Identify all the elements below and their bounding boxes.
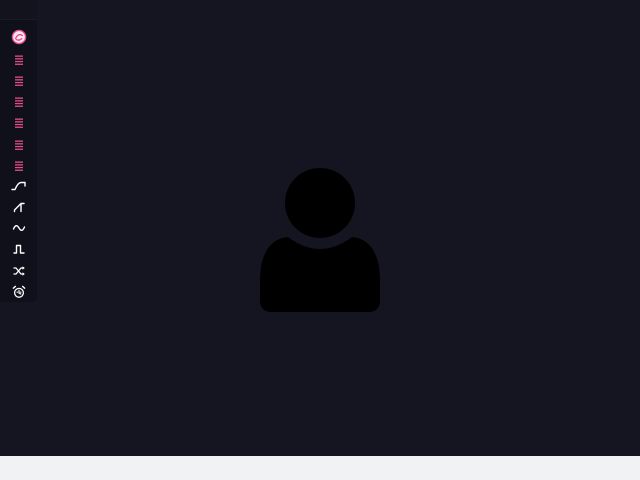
envelope-wave-button[interactable] bbox=[8, 175, 29, 196]
layer-lines-icon bbox=[14, 140, 23, 150]
envelope-wave-icon bbox=[10, 181, 26, 190]
bottom-strip bbox=[0, 456, 640, 480]
alarm-clock-icon bbox=[12, 285, 25, 298]
user-silhouette-icon bbox=[260, 168, 380, 312]
layer-lines-icon bbox=[14, 76, 23, 86]
layer-lines-icon bbox=[14, 55, 23, 65]
sine-wave-icon bbox=[12, 224, 25, 231]
layer-lines-icon bbox=[14, 118, 23, 128]
layer-lines-icon bbox=[14, 161, 23, 171]
sawtooth-wave-button[interactable] bbox=[8, 196, 29, 217]
palette-button[interactable] bbox=[8, 26, 29, 47]
alarm-clock-button[interactable] bbox=[8, 281, 29, 302]
sawtooth-wave-icon bbox=[13, 202, 25, 212]
layer-button-4[interactable] bbox=[8, 112, 29, 133]
square-wave-icon bbox=[13, 244, 24, 254]
layer-button-6[interactable] bbox=[8, 155, 29, 176]
app-window bbox=[0, 0, 640, 456]
layer-button-2[interactable] bbox=[8, 70, 29, 91]
layer-lines-icon bbox=[14, 97, 23, 107]
layer-button-3[interactable] bbox=[8, 91, 29, 112]
layer-button-1[interactable] bbox=[8, 49, 29, 70]
layer-button-5[interactable] bbox=[8, 134, 29, 155]
palette-icon bbox=[11, 29, 26, 44]
shuffle-icon bbox=[13, 265, 25, 276]
square-wave-button[interactable] bbox=[8, 238, 29, 259]
sidebar-header bbox=[0, 0, 37, 20]
sine-wave-button[interactable] bbox=[8, 217, 29, 238]
shuffle-button[interactable] bbox=[8, 260, 29, 281]
tool-sidebar bbox=[0, 0, 37, 302]
